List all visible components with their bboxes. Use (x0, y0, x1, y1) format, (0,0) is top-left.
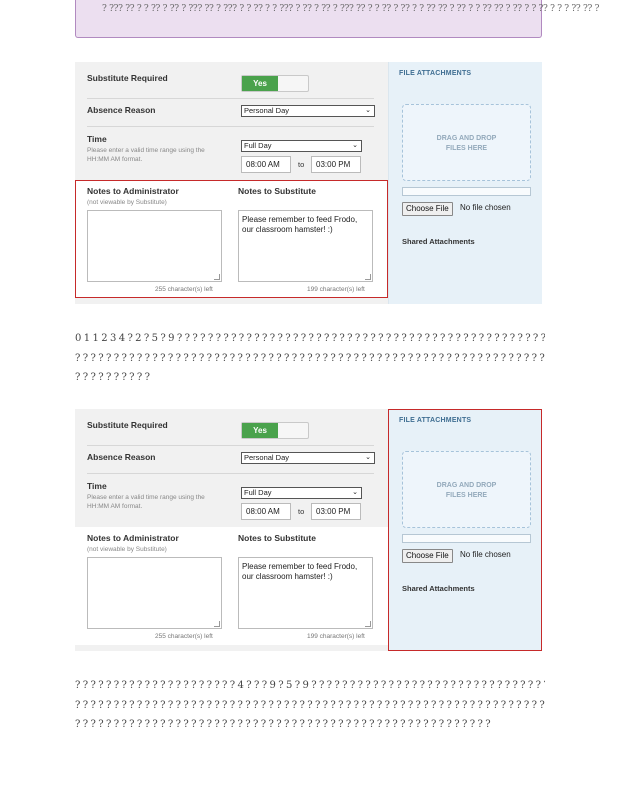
start-time-input[interactable]: 08:00 AM (241, 156, 291, 173)
notes-sub-label: Notes to Substitute (238, 186, 316, 196)
substitute-required-toggle[interactable]: Yes (241, 75, 309, 92)
to-label: to (298, 160, 305, 169)
paragraph-1-line-1: 0 1 1 2 3 4 ? 2 ? 5 ? 9 ? ? ? ? ? ? ? ? … (75, 333, 545, 344)
shared-attachments-label: Shared Attachments (402, 584, 475, 593)
notes-sub-counter: 199 character(s) left (307, 286, 365, 293)
file-attachments-panel: FILE ATTACHMENTS DRAG AND DROP FILES HER… (388, 409, 542, 651)
notes-admin-hint: (not viewable by Substitute) (87, 199, 167, 206)
divider (87, 98, 374, 99)
time-range-select[interactable]: Full Day ⌄ (241, 140, 362, 152)
time-range-value: Full Day (244, 141, 272, 150)
notes-admin-counter: 255 character(s) left (155, 286, 213, 293)
toggle-yes: Yes (242, 423, 278, 438)
time-label: Time (87, 481, 107, 491)
notes-sub-value: Please remember to feed Frodo, our class… (242, 562, 358, 581)
divider (87, 126, 374, 127)
absence-form-panel-2: Substitute Required Yes Absence Reason P… (75, 409, 542, 651)
drop-zone[interactable]: DRAG AND DROP FILES HERE (402, 451, 531, 528)
paragraph-2-line-1: ? ? ? ? ? ? ? ? ? ? ? ? ? ? ? ? ? ? ? ? … (75, 680, 545, 691)
divider (87, 473, 374, 474)
notes-section: Notes to Administrator (not viewable by … (75, 527, 388, 645)
paragraph-2-line-2: ? ? ? ? ? ? ? ? ? ? ? ? ? ? ? ? ? ? ? ? … (75, 699, 545, 711)
drop-line-2: FILES HERE (445, 492, 488, 499)
file-attachments-panel: FILE ATTACHMENTS DRAG AND DROP FILES HER… (388, 62, 542, 304)
absence-reason-select[interactable]: Personal Day ⌄ (241, 105, 375, 117)
notes-admin-textarea[interactable] (87, 557, 222, 629)
to-label: to (298, 507, 305, 516)
absence-reason-label: Absence Reason (87, 452, 156, 462)
paragraph-2: ? ? ? ? ? ? ? ? ? ? ? ? ? ? ? ? ? ? ? ? … (75, 676, 545, 735)
toggle-yes: Yes (242, 76, 278, 91)
end-time-input[interactable]: 03:00 PM (311, 503, 361, 520)
divider (87, 445, 374, 446)
notes-admin-label: Notes to Administrator (87, 186, 179, 196)
time-range-value: Full Day (244, 488, 272, 497)
notes-admin-textarea[interactable] (87, 210, 222, 282)
time-hint: Please enter a valid time range using th… (87, 494, 205, 510)
substitute-required-label: Substitute Required (87, 73, 168, 83)
absence-reason-value: Personal Day (244, 453, 290, 462)
callout-text: ? ??? ?? ? ? ?? ? ?? ? ??? ?? ? ??? ? ? … (102, 4, 600, 14)
notes-sub-label: Notes to Substitute (238, 533, 316, 543)
chevron-down-icon: ⌄ (365, 454, 371, 461)
resize-grip-icon[interactable] (214, 274, 220, 280)
info-callout: ? ??? ?? ? ? ?? ? ?? ? ??? ?? ? ??? ? ? … (75, 0, 599, 38)
time-label: Time (87, 134, 107, 144)
absence-reason-value: Personal Day (244, 106, 290, 115)
notes-section: Notes to Administrator (not viewable by … (75, 180, 388, 298)
chevron-down-icon: ⌄ (352, 142, 358, 149)
end-time-input[interactable]: 03:00 PM (311, 156, 361, 173)
file-attachments-title: FILE ATTACHMENTS (399, 70, 472, 77)
absence-form: Substitute Required Yes Absence Reason P… (75, 62, 388, 304)
notes-sub-value: Please remember to feed Frodo, our class… (242, 215, 358, 234)
drop-line-1: DRAG AND DROP (436, 482, 497, 489)
resize-grip-icon[interactable] (214, 621, 220, 627)
paragraph-1-line-2: ? ? ? ? ? ? ? ? ? ? ? ? ? ? ? ? ? ? ? ? … (75, 352, 545, 364)
chevron-down-icon: ⌄ (352, 489, 358, 496)
file-path-bar (402, 534, 531, 543)
drop-zone[interactable]: DRAG AND DROP FILES HERE (402, 104, 531, 181)
time-range-select[interactable]: Full Day ⌄ (241, 487, 362, 499)
chevron-down-icon: ⌄ (365, 107, 371, 114)
notes-admin-label: Notes to Administrator (87, 533, 179, 543)
notes-admin-hint: (not viewable by Substitute) (87, 546, 167, 553)
notes-sub-counter: 199 character(s) left (307, 633, 365, 640)
drop-line-2: FILES HERE (445, 145, 488, 152)
time-hint: Please enter a valid time range using th… (87, 147, 205, 163)
choose-file-button[interactable]: Choose File (402, 202, 453, 216)
notes-sub-textarea[interactable]: Please remember to feed Frodo, our class… (238, 557, 373, 629)
paragraph-1-line-3: ? ? ? ? ? ? ? ? ? ? (75, 372, 150, 383)
no-file-chosen: No file chosen (460, 203, 511, 212)
absence-form: Substitute Required Yes Absence Reason P… (75, 409, 388, 651)
absence-reason-label: Absence Reason (87, 105, 156, 115)
substitute-required-label: Substitute Required (87, 420, 168, 430)
shared-attachments-label: Shared Attachments (402, 237, 475, 246)
file-attachments-title: FILE ATTACHMENTS (399, 417, 472, 424)
file-path-bar (402, 187, 531, 196)
paragraph-1: 0 1 1 2 3 4 ? 2 ? 5 ? 9 ? ? ? ? ? ? ? ? … (75, 329, 545, 388)
resize-grip-icon[interactable] (365, 274, 371, 280)
no-file-chosen: No file chosen (460, 550, 511, 559)
notes-admin-counter: 255 character(s) left (155, 633, 213, 640)
start-time-input[interactable]: 08:00 AM (241, 503, 291, 520)
notes-sub-textarea[interactable]: Please remember to feed Frodo, our class… (238, 210, 373, 282)
drop-line-1: DRAG AND DROP (436, 135, 497, 142)
paragraph-2-line-3: ? ? ? ? ? ? ? ? ? ? ? ? ? ? ? ? ? ? ? ? … (75, 719, 491, 730)
choose-file-button[interactable]: Choose File (402, 549, 453, 563)
absence-reason-select[interactable]: Personal Day ⌄ (241, 452, 375, 464)
substitute-required-toggle[interactable]: Yes (241, 422, 309, 439)
absence-form-panel-1: Substitute Required Yes Absence Reason P… (75, 62, 542, 304)
resize-grip-icon[interactable] (365, 621, 371, 627)
